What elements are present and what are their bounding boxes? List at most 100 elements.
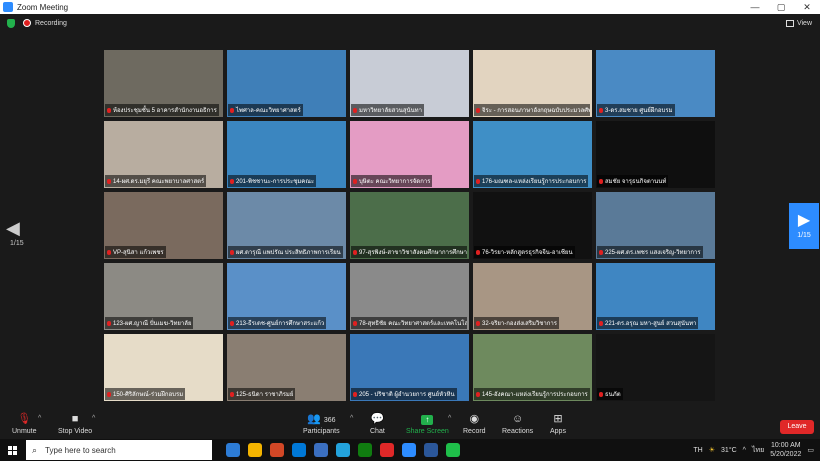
close-button[interactable]: ✕ bbox=[794, 0, 820, 14]
muted-mic-icon bbox=[599, 107, 603, 113]
temperature[interactable]: 31°C bbox=[721, 447, 737, 454]
unmute-button[interactable]: 🎙 Unmute bbox=[12, 412, 37, 435]
record-icon: ◉ bbox=[469, 413, 480, 425]
participant-count: 366 bbox=[323, 417, 336, 424]
unmute-label: Unmute bbox=[12, 428, 37, 435]
participant-tile[interactable]: 150-ศิริลักษณ์-ร่วมฝึกอบรม bbox=[104, 334, 223, 401]
taskbar-app-icon[interactable] bbox=[314, 443, 328, 457]
participant-tile[interactable]: 201-พิชชานะ-การประชุมคณะ bbox=[227, 121, 346, 188]
reactions-button[interactable]: ☺ Reactions bbox=[502, 412, 533, 435]
share-screen-arrow-icon: ↑ bbox=[421, 415, 434, 425]
participant-tile[interactable]: 97-สุรพิงษ์-สาขาวิชาสังคมศึกษาการศึกษา bbox=[350, 192, 469, 259]
taskbar-app-icon[interactable] bbox=[248, 443, 262, 457]
participant-name: 32-จริยา-กองส่งเสริมวิชาการ bbox=[482, 321, 557, 327]
tray-chevron-icon[interactable]: ^ bbox=[743, 447, 746, 454]
participant-tile[interactable]: ห้องประชุมชั้น 5 อาคารสำนักงานอธิการ bbox=[104, 50, 223, 117]
participant-tile[interactable]: 32-จริยา-กองส่งเสริมวิชาการ bbox=[473, 263, 592, 330]
participant-tile[interactable]: 3-ดร.สมชาย ศูนย์ฝึกอบรม bbox=[596, 50, 715, 117]
chat-button[interactable]: 💬 Chat bbox=[370, 412, 385, 435]
participant-tile[interactable]: 176-มณฑล-แหล่งเรียนรู้การประกอบการ bbox=[473, 121, 592, 188]
record-button[interactable]: ◉ Record bbox=[463, 412, 486, 435]
participant-name-label: 150-ศิริลักษณ์-ร่วมฝึกอบรม bbox=[105, 388, 186, 400]
muted-mic-icon bbox=[353, 107, 357, 113]
video-options-caret-icon[interactable]: ^ bbox=[92, 415, 95, 422]
taskbar-app-icon[interactable] bbox=[292, 443, 306, 457]
participant-name-label: 205 - ปริชาติ ผู้อำนวยการ ศูนย์หัวหิน bbox=[351, 388, 457, 400]
participant-tile[interactable]: สมชัย จารุธนกิจตานนท์ bbox=[596, 121, 715, 188]
participant-tile[interactable]: มหาวิทยาลัยสวนสุนันทา bbox=[350, 50, 469, 117]
participants-label: Participants bbox=[303, 428, 340, 435]
participant-name-label: จิระ - การสอนภาษาอังกฤษฉบับประมวลศัพท์ bbox=[474, 104, 590, 116]
apps-button[interactable]: ⊞ Apps bbox=[550, 412, 566, 435]
reactions-smiley-icon: ☺ bbox=[511, 413, 524, 425]
participant-tile[interactable]: ธนภัต bbox=[596, 334, 715, 401]
next-page-button[interactable]: ▶ 1/15 bbox=[789, 203, 819, 249]
page-indicator-right: 1/15 bbox=[797, 232, 811, 239]
recording-label[interactable]: Recording bbox=[35, 20, 67, 27]
audio-options-caret-icon[interactable]: ^ bbox=[38, 415, 41, 422]
participant-tile[interactable]: จิระ - การสอนภาษาอังกฤษฉบับประมวลศัพท์ bbox=[473, 50, 592, 117]
share-screen-button[interactable]: ↑ Share Screen bbox=[406, 412, 449, 435]
participant-name: จิระ - การสอนภาษาอังกฤษฉบับประมวลศัพท์ bbox=[482, 108, 590, 114]
security-shield-icon[interactable] bbox=[7, 18, 15, 28]
participant-name: สมชัย จารุธนกิจตานนท์ bbox=[605, 179, 667, 185]
start-button[interactable] bbox=[4, 439, 20, 461]
participant-name: 145-อังคณา-แหล่งเรียนรู้การประกอบการ bbox=[482, 392, 588, 398]
taskbar-app-icon[interactable] bbox=[380, 443, 394, 457]
search-placeholder: Type here to search bbox=[45, 445, 116, 455]
participant-name-label: 201-พิชชานะ-การประชุมคณะ bbox=[228, 175, 317, 187]
taskbar-app-icon[interactable] bbox=[226, 443, 240, 457]
taskbar-app-icon[interactable] bbox=[424, 443, 438, 457]
participant-name: 201-พิชชานะ-การประชุมคณะ bbox=[236, 179, 315, 185]
participant-name: 125-ธนิดา ราชาภิรมย์ bbox=[236, 392, 294, 398]
share-options-caret-icon[interactable]: ^ bbox=[448, 415, 451, 422]
leave-button[interactable]: Leave bbox=[780, 420, 814, 434]
participant-tile[interactable]: ผศ.ดารุณี แพปรัณ ประสิทธิภาพการเรียน bbox=[227, 192, 346, 259]
view-label: View bbox=[796, 19, 812, 27]
participant-tile[interactable]: 213-ธีรเดช-ศูนย์การศึกษาสระแก้ว bbox=[227, 263, 346, 330]
windows-logo-icon bbox=[7, 445, 17, 455]
stop-video-button[interactable]: ■ Stop Video bbox=[58, 412, 92, 435]
taskbar-app-icon[interactable] bbox=[358, 443, 372, 457]
participant-tile[interactable]: 145-อังคณา-แหล่งเรียนรู้การประกอบการ bbox=[473, 334, 592, 401]
participant-tile[interactable]: 221-ดร.อรุณ มหา-สูนย์ สวนสุนันทา bbox=[596, 263, 715, 330]
previous-page-arrow-icon[interactable]: ◀ bbox=[6, 218, 20, 239]
maximize-button[interactable]: ▢ bbox=[768, 0, 794, 14]
clock[interactable]: 10:00 AM 5/20/2022 bbox=[770, 441, 801, 459]
participant-tile[interactable]: บุษิตะ คณะวิทยาการจัดการ bbox=[350, 121, 469, 188]
participant-tile[interactable]: 76-วิรยา-หลักสูตรธุรกิจจีน-อาเซียน bbox=[473, 192, 592, 259]
participant-name-label: ไพศาล-คณะวิทยาศาสตร์ bbox=[228, 104, 303, 116]
participants-options-caret-icon[interactable]: ^ bbox=[350, 415, 353, 422]
participant-tile[interactable]: VP-สุนิสา แก้วเพชร bbox=[104, 192, 223, 259]
muted-mic-icon bbox=[107, 178, 111, 184]
participant-name-label: 76-วิรยา-หลักสูตรธุรกิจจีน-อาเซียน bbox=[474, 246, 575, 258]
participant-tile[interactable]: 78-สุทธิชัย คณะวิทยาศาสตร์และเทคโนโลยี bbox=[350, 263, 469, 330]
participant-tile[interactable]: ไพศาล-คณะวิทยาศาสตร์ bbox=[227, 50, 346, 117]
input-language-indicator[interactable]: TH bbox=[693, 447, 702, 454]
participants-button[interactable]: 👥 366 Participants bbox=[303, 412, 340, 435]
participant-name: 97-สุรพิงษ์-สาขาวิชาสังคมศึกษาการศึกษา bbox=[359, 250, 467, 256]
grid-view-icon bbox=[785, 19, 794, 27]
taskbar-pinned-apps bbox=[226, 443, 460, 457]
muted-mic-icon bbox=[476, 391, 480, 397]
minimize-button[interactable]: — bbox=[742, 0, 768, 14]
view-button[interactable]: View bbox=[785, 19, 812, 27]
taskbar-app-icon[interactable] bbox=[446, 443, 460, 457]
notification-icon[interactable]: ▭ bbox=[807, 446, 814, 454]
participant-name: 76-วิรยา-หลักสูตรธุรกิจจีน-อาเซียน bbox=[482, 250, 573, 256]
reactions-label: Reactions bbox=[502, 428, 534, 435]
participant-tile[interactable]: 125-ธนิดา ราชาภิรมย์ bbox=[227, 334, 346, 401]
participant-tile[interactable]: 225-ผศ.ดร.เพชร แสงเจริญ-วิทยาการ bbox=[596, 192, 715, 259]
participant-tile[interactable]: 205 - ปริชาติ ผู้อำนวยการ ศูนย์หัวหิน bbox=[350, 334, 469, 401]
participant-tile[interactable]: 14-ผศ.ดร.มยุรี คณะพยาบาลศาสตร์ bbox=[104, 121, 223, 188]
taskbar-app-icon[interactable] bbox=[270, 443, 284, 457]
muted-mic-icon bbox=[476, 249, 480, 255]
taskbar-app-icon[interactable] bbox=[402, 443, 416, 457]
weather-sun-icon[interactable]: ☀ bbox=[709, 446, 715, 454]
title-bar: Zoom Meeting — ▢ ✕ bbox=[0, 0, 820, 14]
participant-name-label: บุษิตะ คณะวิทยาการจัดการ bbox=[351, 175, 433, 187]
taskbar-app-icon[interactable] bbox=[336, 443, 350, 457]
ime-indicator[interactable]: ไทย bbox=[752, 445, 764, 456]
taskbar-search-box[interactable]: ⌕ Type here to search bbox=[26, 440, 212, 460]
participant-tile[interactable]: 123-ผศ.ญาณี ปั่นเมฆ-วิทยาลัย bbox=[104, 263, 223, 330]
